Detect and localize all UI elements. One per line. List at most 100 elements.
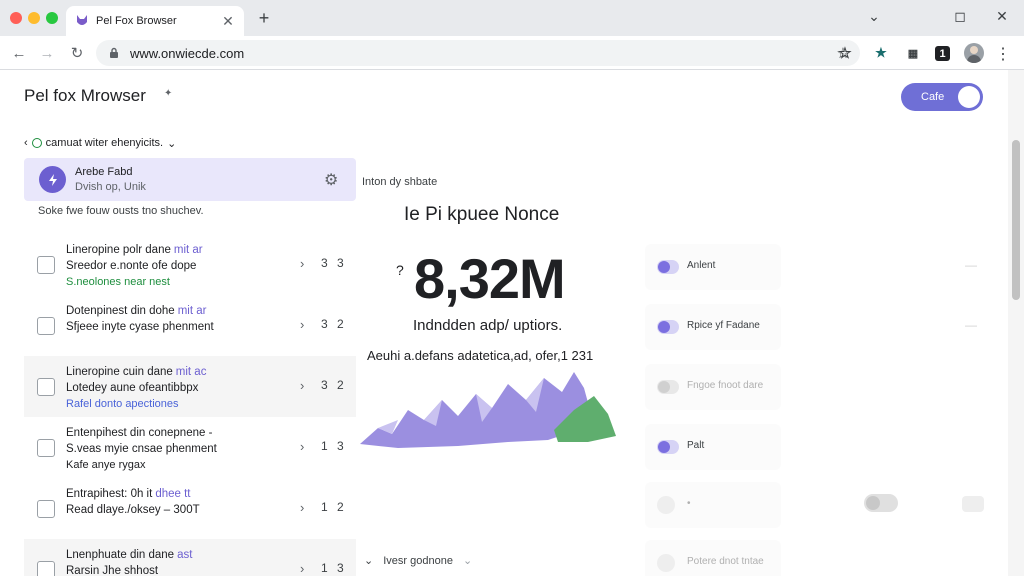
chevron-right-icon[interactable]: › [300,500,304,515]
list-item[interactable]: Entrapihest: 0h it dhee tt Read dlaye./ok… [24,478,356,539]
chevron-right-icon[interactable]: › [300,439,304,454]
reload-button[interactable]: ↻ [66,42,88,64]
setting-card[interactable]: Fngoe fnoot dare [645,364,781,410]
row-count: 3 2 [321,317,347,331]
setting-toggle[interactable] [657,380,679,394]
filter-dropdown[interactable]: ‹ camuat witer ehenyicits. ⌄ [24,133,244,153]
forward-button[interactable]: → [36,42,58,64]
secondary-toggle[interactable] [864,494,898,512]
chevron-left-icon[interactable]: ‹ [24,137,28,149]
setting-toggle[interactable] [657,440,679,454]
row-tag: mit ar [173,244,203,256]
row-count: 1 2 [321,500,347,514]
row-count: 3 3 [321,256,347,270]
setting-toggle[interactable] [657,320,679,334]
close-window-button[interactable] [10,12,22,24]
chevron-right-icon[interactable]: › [300,317,304,332]
minimize-window-button[interactable] [28,12,40,24]
row-title-text: Entenpihest din conepnene - [66,427,213,439]
row-title-text: Entrapihest: 0h it [66,488,153,500]
selected-title: Arebe Fabd [75,166,133,178]
row-checkbox[interactable] [37,378,55,396]
sparkle-icon: ✦ [164,88,173,99]
new-tab-button[interactable]: + [254,8,274,28]
star-extension-icon[interactable]: ★ [872,44,890,62]
gear-icon[interactable]: ⚙ [324,170,338,190]
row-count: 1 3 [321,561,347,575]
bookmark-icon[interactable]: ☆ [836,44,854,62]
bottom-section-label: Ivesr godnone [383,555,453,567]
setting-label: Rpice yf Fadane [687,320,760,331]
setting-card[interactable]: Potere dnot tntae [645,540,781,576]
row-tag: mit ar [177,305,207,317]
setting-icon [657,554,675,572]
row-title: Lineropine polr dane mit ar [66,244,203,256]
address-bar[interactable]: www.onwiecde.com ☆ [96,40,860,66]
clock-icon [31,138,42,148]
row-checkbox[interactable] [37,256,55,274]
selected-subtitle: Dvish op, Unik [75,181,146,193]
main-toggle[interactable]: Cafe [901,83,983,111]
mountain-chart [360,372,616,448]
stats-caption: Aeuhi a.defans adatetica,ad, ofer,1 231 [367,348,594,363]
item-list: Lineropine polr dane mit ar Sreedor e.non… [24,234,356,576]
stats-label: Inton dy shbate [362,176,438,188]
puzzle-extension-icon[interactable]: ▦ [904,44,922,62]
row-tag: dhee tt [155,488,191,500]
row-subtitle: Sreedor e.nonte ofe dope [66,260,197,272]
close-window-icon[interactable]: ✕ [990,6,1014,26]
row-checkbox[interactable] [37,439,55,457]
setting-card[interactable]: Anlent [645,244,781,290]
row-title: Entenpihest din conepnene - [66,427,212,439]
chevron-right-icon[interactable]: › [300,378,304,393]
list-item[interactable]: Entenpihest din conepnene - S.veas myie … [24,417,356,478]
row-title: Lnenphuate din dane ast [66,549,192,561]
list-item[interactable]: Dotenpinest din dohe mit ar Sfjeee inyte … [24,295,356,356]
row-title-text: Lineropine polr dane [66,244,171,256]
list-item[interactable]: Lnenphuate din dane ast Rarsin Jhe shhost… [24,539,356,576]
main-toggle-label: Cafe [921,91,945,103]
scroll-thumb[interactable] [1012,140,1020,300]
chevron-right-icon[interactable]: › [300,256,304,271]
menu-dots-icon[interactable]: ⋮ [994,44,1012,64]
list-item[interactable]: Lineropine cuin dane mit ac Lotedey aune … [24,356,356,417]
vertical-scrollbar[interactable] [1008,70,1024,576]
setting-card[interactable]: Palt [645,424,781,470]
setting-card[interactable]: • [645,482,781,528]
tab-title: Pel Fox Browser [96,15,177,27]
chart-purple-area [360,372,590,448]
row-checkbox[interactable] [37,561,55,576]
minus-icon[interactable]: — [965,318,977,332]
row-checkbox[interactable] [37,500,55,518]
close-icon[interactable]: ✕ [220,13,236,30]
row-tag: ast [177,549,193,561]
minus-icon[interactable]: — [965,258,977,272]
one-extension-icon[interactable]: 1 [935,46,950,61]
avatar[interactable] [964,43,984,63]
selected-item-card[interactable]: Arebe Fabd Dvish op, Unik ⚙ [24,158,356,201]
row-title: Lineropine cuin dane mit ac [66,366,206,378]
chevron-right-icon[interactable]: › [300,561,304,576]
setting-label: Palt [687,440,705,451]
active-tab[interactable]: Pel Fox Browser ✕ [66,6,244,36]
setting-toggle[interactable] [657,260,679,274]
tab-strip: Pel Fox Browser ✕ + ⌄ ◻ ✕ [0,0,1024,36]
placeholder-box [962,496,984,512]
page-title: Pel fox Mrowser [24,86,146,105]
filter-label: camuat witer ehenyicits. [45,137,164,149]
back-button[interactable]: ← [8,42,30,64]
stats-title: Ie Pi kpuee Nonce [404,204,560,225]
maximize-window-button[interactable] [46,12,58,24]
toggle-knob [958,86,980,108]
browser-toolbar: ← → ↻ www.onwiecde.com ☆ ☆ ★ ▦ 1 ⋮ [0,36,1024,70]
list-item[interactable]: Lineropine polr dane mit ar Sreedor e.non… [24,234,356,295]
bottom-section-header[interactable]: ⌄ Ivesr godnone ⌄ [364,554,472,567]
url-text[interactable]: www.onwiecde.com [130,46,832,61]
shield-icon[interactable]: ⌄ [862,6,886,26]
row-count: 1 3 [321,439,347,453]
setting-card[interactable]: Rpice yf Fadane [645,304,781,350]
row-checkbox[interactable] [37,317,55,335]
row-title: Dotenpinest din dohe mit ar [66,305,206,317]
row-title-text: Lnenphuate din dane [66,549,175,561]
restore-window-icon[interactable]: ◻ [948,6,972,26]
